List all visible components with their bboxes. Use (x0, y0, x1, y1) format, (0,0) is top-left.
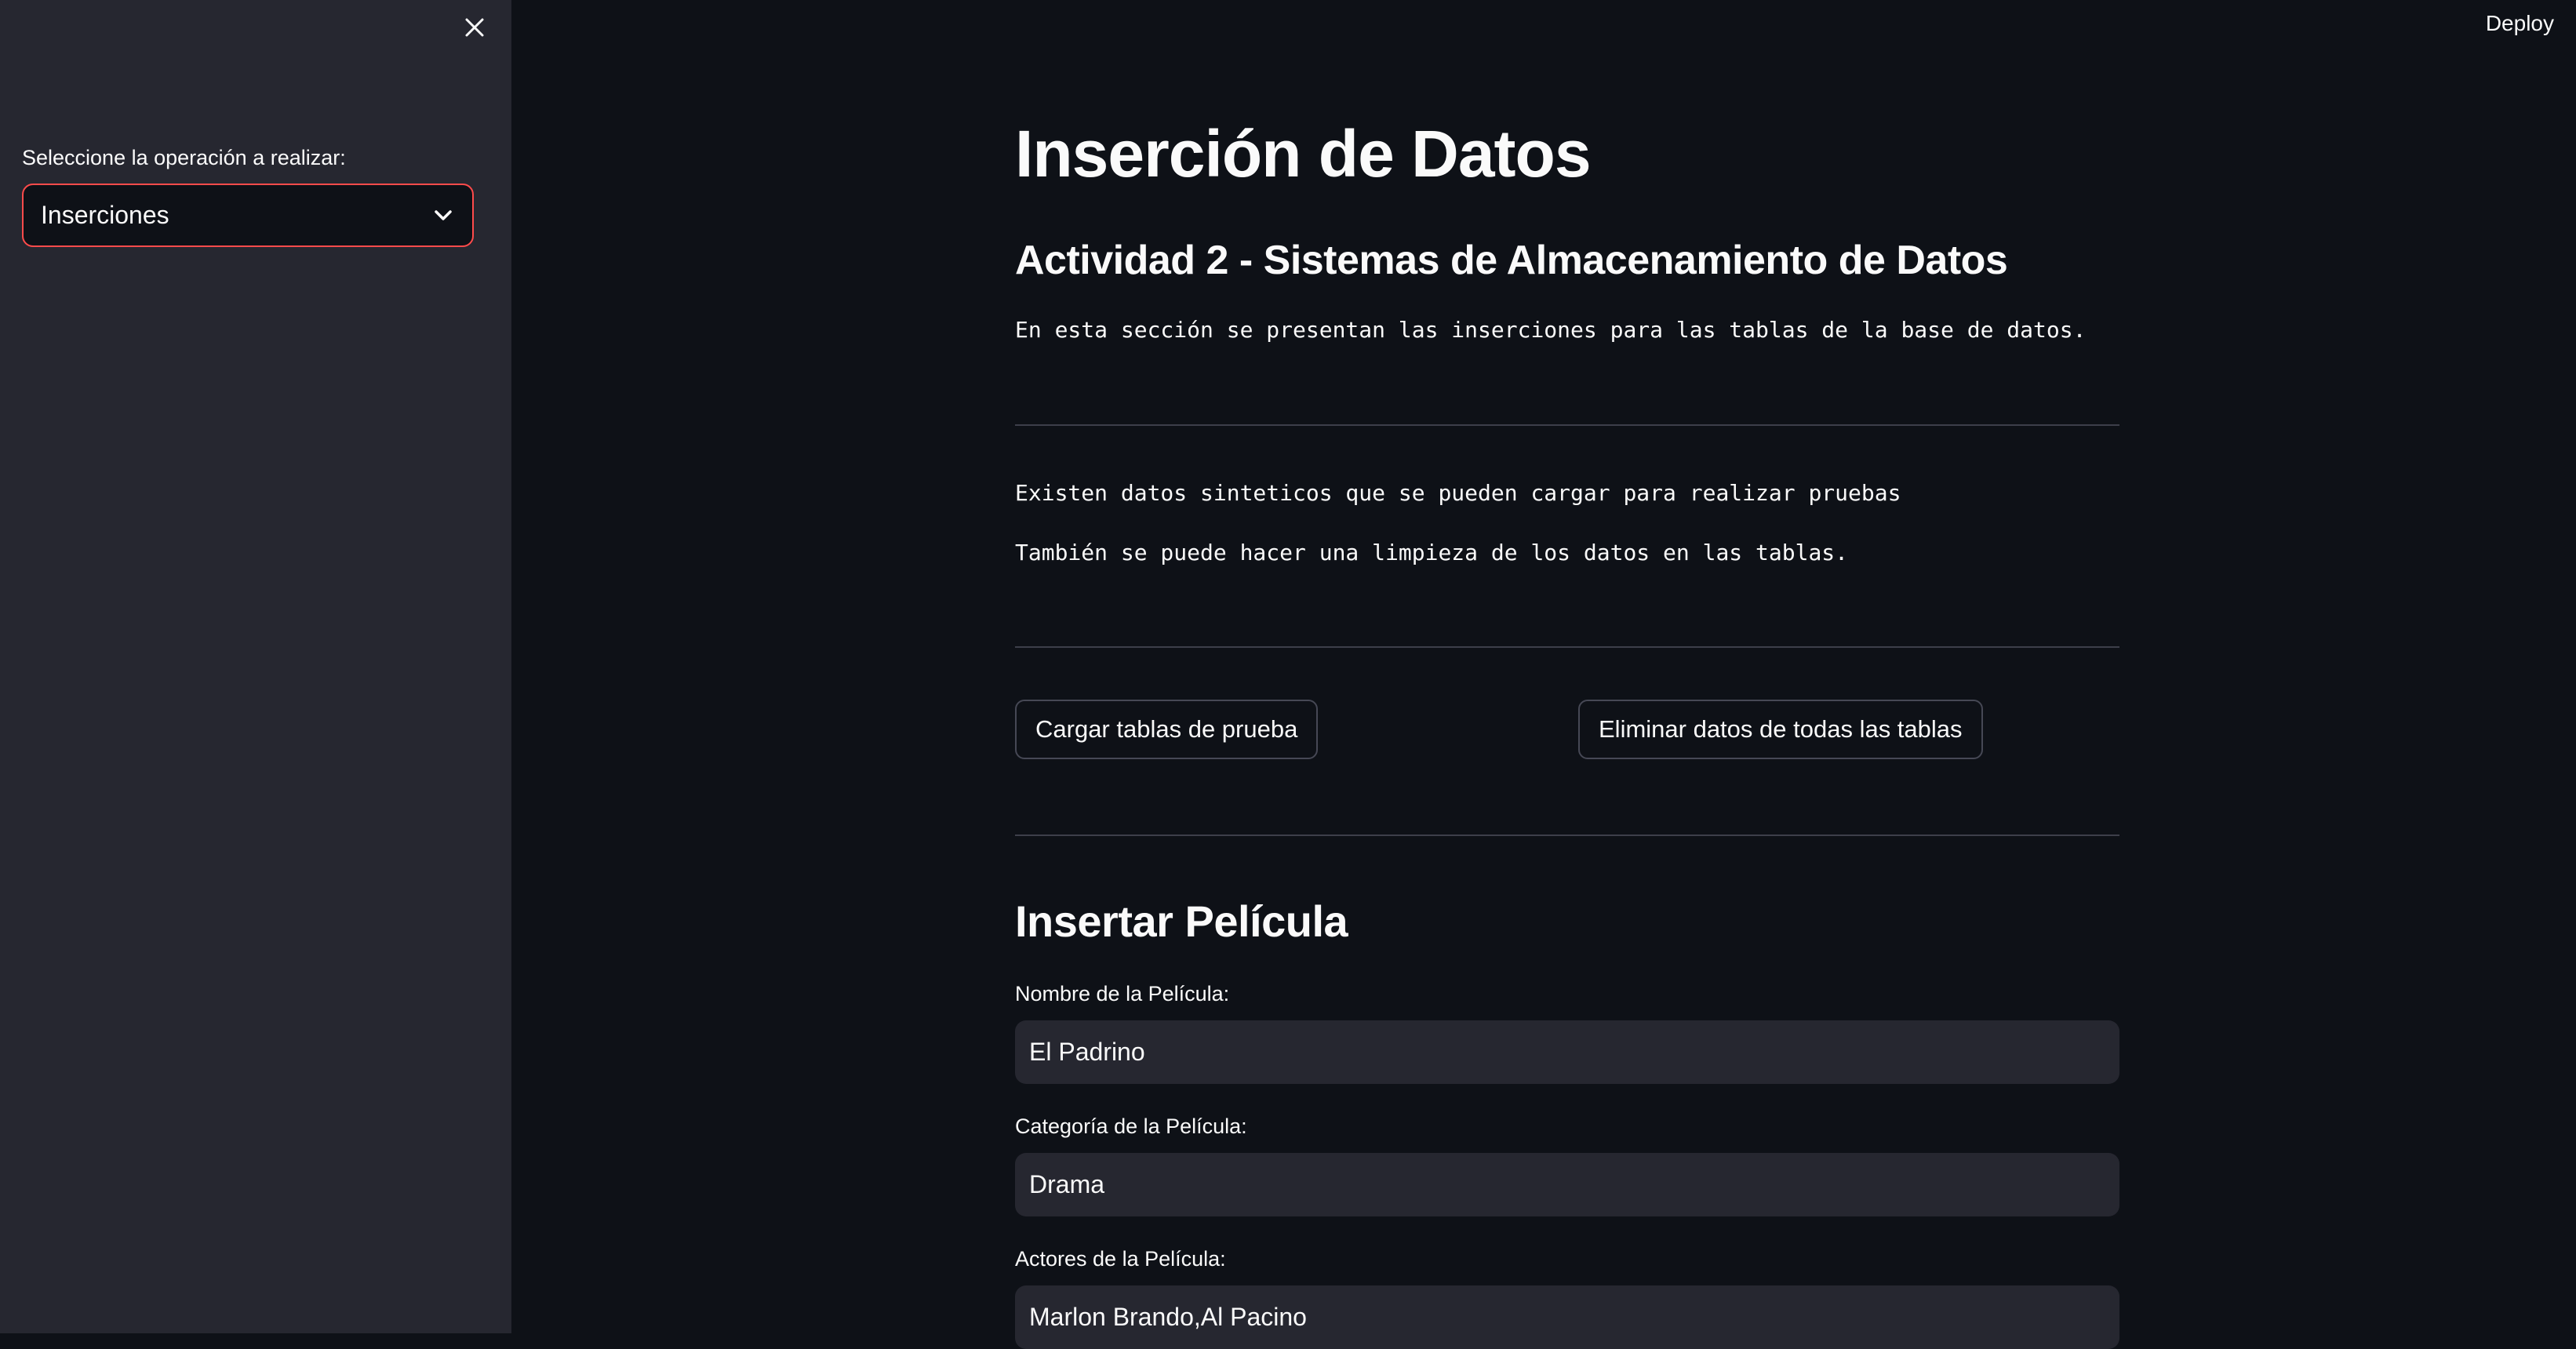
page-subtitle: Actividad 2 - Sistemas de Almacenamiento… (1015, 238, 2008, 283)
movie-name-input[interactable] (1015, 1020, 2119, 1084)
divider (1015, 834, 2119, 836)
operation-select-value: Inserciones (41, 201, 169, 229)
movie-category-input[interactable] (1015, 1153, 2119, 1216)
deploy-button[interactable]: Deploy (2486, 11, 2554, 36)
operation-select[interactable]: Inserciones (22, 184, 474, 247)
delete-all-data-button[interactable]: Eliminar datos de todas las tablas (1578, 700, 1983, 759)
close-sidebar-button[interactable] (455, 9, 494, 49)
movie-name-label: Nombre de la Película: (1015, 982, 1230, 1005)
page-title: Inserción de Datos (1015, 117, 1592, 191)
movie-actors-label: Actores de la Película: (1015, 1247, 1226, 1271)
intro-text: En esta sección se presentan las inserci… (1015, 317, 2087, 343)
info-text-cleanup: También se puede hacer una limpieza de l… (1015, 540, 1849, 565)
divider (1015, 646, 2119, 648)
sidebar: Seleccione la operación a realizar: Inse… (0, 0, 511, 1333)
divider (1015, 424, 2119, 426)
load-test-tables-button[interactable]: Cargar tablas de prueba (1015, 700, 1319, 759)
chevron-down-icon (431, 204, 455, 227)
operation-select-label: Seleccione la operación a realizar: (22, 146, 346, 169)
info-text-synthetic: Existen datos sinteticos que se pueden c… (1015, 480, 1901, 506)
insert-movie-title: Insertar Película (1015, 896, 1348, 946)
movie-category-label: Categoría de la Película: (1015, 1114, 1247, 1138)
close-icon (464, 17, 485, 42)
movie-actors-input[interactable] (1015, 1285, 2119, 1349)
